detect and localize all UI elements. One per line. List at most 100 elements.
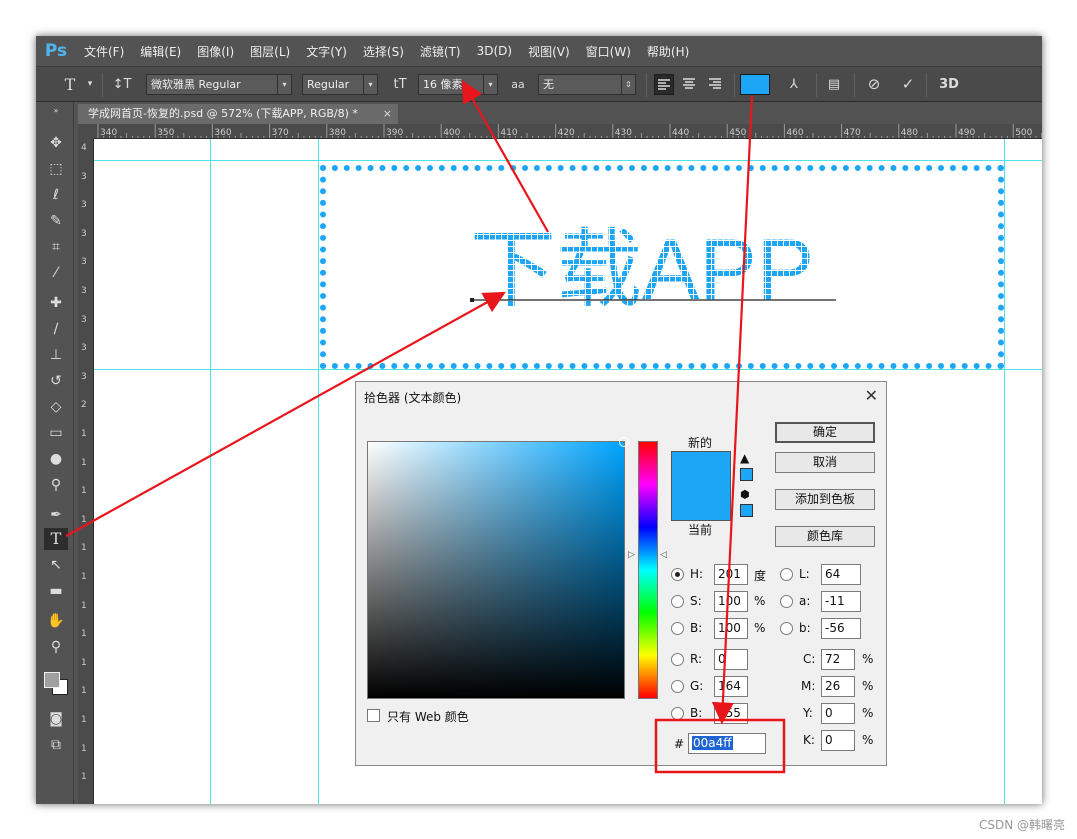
hand-tool-icon[interactable]: ✋ (44, 610, 68, 632)
commit-check-icon[interactable]: ✓ (898, 74, 918, 95)
screen-mode-icon[interactable]: ⧉ (44, 734, 68, 756)
lab-l-field[interactable]: 64 (821, 564, 861, 585)
radio-red[interactable] (671, 653, 684, 666)
character-panel-icon[interactable]: ▤ (824, 74, 844, 95)
text-orientation-icon[interactable]: ↕T (112, 74, 132, 95)
red-field[interactable]: 0 (714, 649, 748, 670)
gradient-tool-icon[interactable]: ▭ (44, 422, 68, 444)
menu-view[interactable]: 视图(V) (520, 43, 578, 60)
chevron-down-icon: ▾ (363, 75, 377, 94)
lab-a-field[interactable]: -11 (821, 591, 861, 612)
menu-filter[interactable]: 滤镜(T) (412, 43, 469, 60)
font-style-select[interactable]: Regular ▾ (302, 74, 378, 95)
align-center-button[interactable] (680, 74, 700, 95)
font-family-select[interactable]: 微软雅黑 Regular ▾ (146, 74, 292, 95)
lab-b-field[interactable]: -56 (821, 618, 861, 639)
web-only-checkbox[interactable] (367, 709, 380, 722)
color-field[interactable] (367, 437, 629, 699)
stamp-tool-icon[interactable]: ⊥ (44, 344, 68, 366)
quick-mask-icon[interactable]: ◙ (44, 708, 68, 730)
blue-field[interactable]: 255 (714, 703, 748, 724)
marquee-tool-icon[interactable]: ⬚ (44, 158, 68, 180)
quick-select-tool-icon[interactable]: ✎ (44, 210, 68, 232)
add-to-swatches-button[interactable]: 添加到色板 (775, 489, 875, 510)
web-safe-swatch[interactable] (740, 504, 753, 517)
radio-blue[interactable] (671, 707, 684, 720)
foreground-color[interactable] (44, 672, 60, 688)
dodge-tool-icon[interactable]: ⚲ (44, 474, 68, 496)
yellow-field[interactable]: 0 (821, 703, 855, 724)
hex-field[interactable]: 00a4ff (688, 733, 766, 754)
cyan-field[interactable]: 72 (821, 649, 855, 670)
cancel-icon[interactable]: ⊘ (864, 74, 884, 95)
menu-file[interactable]: 文件(F) (76, 43, 132, 60)
hex-label: # (674, 737, 685, 751)
pen-tool-icon[interactable]: ✒ (44, 504, 68, 526)
move-tool-icon[interactable]: ✥ (44, 132, 68, 154)
magenta-field[interactable]: 26 (821, 676, 855, 697)
radio-hue[interactable] (671, 568, 684, 581)
current-color-swatch[interactable] (671, 486, 731, 521)
align-left-button[interactable] (654, 74, 674, 95)
green-field[interactable]: 164 (714, 676, 748, 697)
menu-edit[interactable]: 编辑(E) (132, 43, 189, 60)
font-size-select[interactable]: 16 像素 ▾ (418, 74, 498, 95)
ruler-label: 3 (81, 171, 87, 182)
blur-tool-icon[interactable]: ● (44, 448, 68, 470)
antialias-select[interactable]: 无 ⇕ (538, 74, 636, 95)
crop-tool-icon[interactable]: ⌗ (44, 236, 68, 258)
type-tool-preset-icon[interactable]: T (60, 74, 80, 95)
eyedropper-tool-icon[interactable]: ⁄ (44, 262, 68, 284)
align-right-button[interactable] (706, 74, 726, 95)
gamut-swatch[interactable] (740, 468, 753, 481)
foreground-background-colors[interactable] (44, 664, 68, 695)
menu-help[interactable]: 帮助(H) (639, 43, 697, 60)
menu-3d[interactable]: 3D(D) (469, 44, 520, 58)
3d-button[interactable]: 3D (936, 74, 962, 95)
healing-brush-tool-icon[interactable]: ✚ (44, 292, 68, 314)
tools-panel: » ✥ ⬚ ℓ ✎ ⌗ ⁄ ✚ ∕ ⊥ ↺ ◇ ▭ ● ⚲ ✒ T ↖ ▬ ✋ … (36, 102, 74, 804)
brightness-field[interactable]: 100 (714, 618, 748, 639)
radio-lab-b[interactable] (780, 622, 793, 635)
saturation-field[interactable]: 100 (714, 591, 748, 612)
ok-button[interactable]: 确定 (775, 422, 875, 443)
close-icon[interactable]: ✕ (865, 386, 878, 405)
radio-green[interactable] (671, 680, 684, 693)
black-field[interactable]: 0 (821, 730, 855, 751)
radio-brightness[interactable] (671, 622, 684, 635)
lasso-tool-icon[interactable]: ℓ (44, 184, 68, 206)
type-tool-icon[interactable]: T (44, 528, 68, 550)
zoom-tool-icon[interactable]: ⚲ (44, 636, 68, 658)
menu-image[interactable]: 图像(I) (189, 43, 242, 60)
close-tab-icon[interactable]: × (383, 104, 392, 124)
out-of-gamut-warning-icon[interactable]: ▲ (740, 451, 749, 465)
chevron-down-icon: ▾ (277, 75, 291, 94)
hue-field[interactable]: 201 (714, 564, 748, 585)
ruler-label: 1 (81, 457, 87, 468)
brush-tool-icon[interactable]: ∕ (44, 318, 68, 340)
text-color-swatch[interactable] (740, 74, 770, 95)
menu-window[interactable]: 窗口(W) (578, 43, 639, 60)
path-select-tool-icon[interactable]: ↖ (44, 554, 68, 576)
hue-slider-right-arrow-icon[interactable]: ◁ (660, 550, 667, 560)
preset-dropdown-icon[interactable]: ▾ (80, 74, 100, 95)
hue-slider-left-arrow-icon[interactable]: ▷ (628, 550, 635, 560)
color-libraries-button[interactable]: 颜色库 (775, 526, 875, 547)
cancel-button[interactable]: 取消 (775, 452, 875, 473)
menu-type[interactable]: 文字(Y) (298, 43, 355, 60)
warp-text-icon[interactable]: ⅄ (784, 74, 804, 95)
web-safe-cube-icon[interactable]: ⬢ (740, 488, 750, 501)
canvas-text-download-app[interactable]: 下载APP (470, 222, 814, 318)
panel-collapse-icon[interactable]: » (44, 106, 68, 116)
rectangle-tool-icon[interactable]: ▬ (44, 580, 68, 602)
yellow-label: Y: (803, 706, 813, 720)
radio-lightness[interactable] (780, 568, 793, 581)
radio-lab-a[interactable] (780, 595, 793, 608)
eraser-tool-icon[interactable]: ◇ (44, 396, 68, 418)
history-brush-tool-icon[interactable]: ↺ (44, 370, 68, 392)
menu-select[interactable]: 选择(S) (355, 43, 412, 60)
radio-saturation[interactable] (671, 595, 684, 608)
hue-slider[interactable] (638, 441, 658, 699)
menu-layer[interactable]: 图层(L) (242, 43, 298, 60)
document-tab[interactable]: 学成网首页-恢复的.psd @ 572% (下载APP, RGB/8) * × (78, 104, 398, 124)
